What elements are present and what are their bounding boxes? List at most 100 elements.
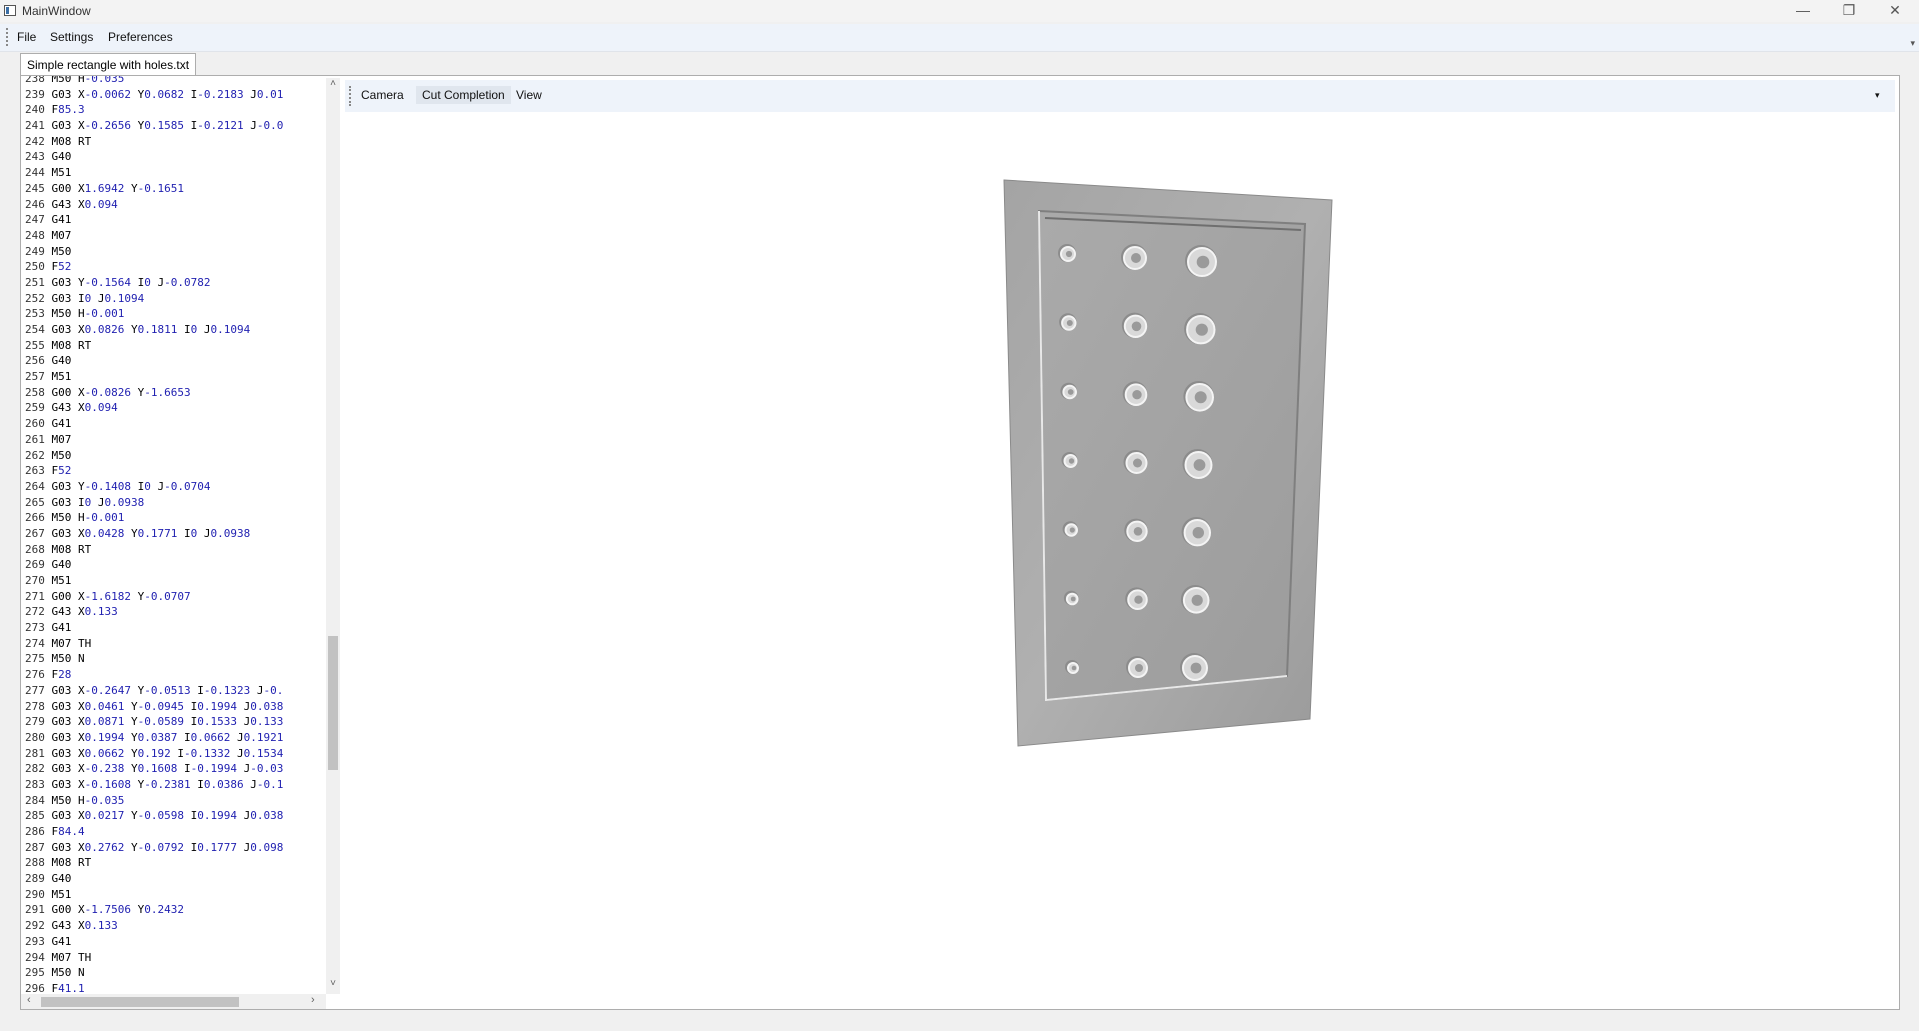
view-button[interactable]: View <box>510 86 548 104</box>
close-button[interactable]: ✕ <box>1872 0 1918 22</box>
gcode-line[interactable]: 296 F41.1 <box>25 981 283 994</box>
menu-grip-handle[interactable] <box>6 28 10 46</box>
gcode-line[interactable]: 273 G41 <box>25 620 283 636</box>
gcode-line[interactable]: 276 F28 <box>25 667 283 683</box>
gcode-line[interactable]: 283 G03 X-0.1608 Y-0.2381 I0.0386 J-0.1 <box>25 777 283 793</box>
hole-core <box>1194 391 1207 404</box>
gcode-line[interactable]: 271 G00 X-1.6182 Y-0.0707 <box>25 589 283 605</box>
hole-core <box>1190 662 1202 674</box>
viewer-toolbar: Camera Cut Completion View ▾ <box>345 80 1895 112</box>
gcode-line[interactable]: 246 G43 X0.094 <box>25 197 283 213</box>
gcode-line[interactable]: 266 M50 H-0.001 <box>25 510 283 526</box>
scroll-left-arrow-icon[interactable]: ‹ <box>27 994 31 1006</box>
gcode-line[interactable]: 268 M08 RT <box>25 542 283 558</box>
gcode-line[interactable]: 284 M50 H-0.035 <box>25 793 283 809</box>
camera-button[interactable]: Camera <box>355 86 410 104</box>
gcode-line[interactable]: 293 G41 <box>25 934 283 950</box>
hole-core <box>1132 390 1142 400</box>
scroll-up-arrow-icon[interactable]: ˄ <box>326 78 340 89</box>
gcode-line[interactable]: 287 G03 X0.2762 Y-0.0792 I0.1777 J0.098 <box>25 840 283 856</box>
editor-vertical-scrollbar[interactable]: ˄ ˅ <box>326 78 340 994</box>
gcode-line[interactable]: 238 M50 H-0.035 <box>25 76 283 87</box>
gcode-line[interactable]: 255 M08 RT <box>25 338 283 354</box>
menu-preferences[interactable]: Preferences <box>108 30 173 44</box>
gcode-line[interactable]: 257 M51 <box>25 369 283 385</box>
gcode-line[interactable]: 275 M50 N <box>25 651 283 667</box>
editor-vertical-scroll-thumb[interactable] <box>328 636 338 770</box>
gcode-line[interactable]: 247 G41 <box>25 212 283 228</box>
gcode-line[interactable]: 259 G43 X0.094 <box>25 400 283 416</box>
toolbar-overflow-icon[interactable]: ▾ <box>1875 90 1880 101</box>
gcode-line[interactable]: 242 M08 RT <box>25 134 283 150</box>
gcode-line[interactable]: 260 G41 <box>25 416 283 432</box>
gcode-line[interactable]: 288 M08 RT <box>25 855 283 871</box>
gcode-line[interactable]: 248 M07 <box>25 228 283 244</box>
minimize-button[interactable]: — <box>1780 0 1826 22</box>
scroll-right-arrow-icon[interactable]: › <box>311 994 315 1006</box>
gcode-line[interactable]: 289 G40 <box>25 871 283 887</box>
hole-core <box>1071 665 1077 671</box>
title-bar: MainWindow — ❐ ✕ <box>0 0 1919 22</box>
cut-completion-button[interactable]: Cut Completion <box>416 86 511 104</box>
document-tab[interactable]: Simple rectangle with holes.txt <box>20 53 197 76</box>
gcode-line[interactable]: 264 G03 Y-0.1408 I0 J-0.0704 <box>25 479 283 495</box>
gcode-line[interactable]: 239 G03 X-0.0062 Y0.0682 I-0.2183 J0.01 <box>25 87 283 103</box>
gcode-line[interactable]: 285 G03 X0.0217 Y-0.0598 I0.1994 J0.038 <box>25 808 283 824</box>
gcode-line[interactable]: 280 G03 X0.1994 Y0.0387 I0.0662 J0.1921 <box>25 730 283 746</box>
gcode-line[interactable]: 277 G03 X-0.2647 Y-0.0513 I-0.1323 J-0. <box>25 683 283 699</box>
gcode-line[interactable]: 241 G03 X-0.2656 Y0.1585 I-0.2121 J-0.0 <box>25 118 283 134</box>
gcode-line[interactable]: 282 G03 X-0.238 Y0.1608 I-0.1994 J-0.03 <box>25 761 283 777</box>
gcode-line[interactable]: 258 G00 X-0.0826 Y-1.6653 <box>25 385 283 401</box>
toolbar-grip-handle[interactable] <box>349 86 351 106</box>
gcode-line[interactable]: 263 F52 <box>25 463 283 479</box>
gcode-line[interactable]: 243 G40 <box>25 149 283 165</box>
gcode-editor[interactable]: 238 M50 H-0.035 239 G03 X-0.0062 Y0.0682 … <box>21 76 336 994</box>
gcode-line[interactable]: 250 F52 <box>25 259 283 275</box>
gcode-line[interactable]: 249 M50 <box>25 244 283 260</box>
main-panel: 238 M50 H-0.035 239 G03 X-0.0062 Y0.0682 … <box>20 75 1900 1010</box>
gcode-line[interactable]: 281 G03 X0.0662 Y0.192 I-0.1332 J0.1534 <box>25 746 283 762</box>
hole-core <box>1069 527 1075 533</box>
gcode-line[interactable]: 254 G03 X0.0826 Y0.1811 I0 J0.1094 <box>25 322 283 338</box>
gcode-line[interactable]: 278 G03 X0.0461 Y-0.0945 I0.1994 J0.038 <box>25 699 283 715</box>
gcode-line[interactable]: 253 M50 H-0.001 <box>25 306 283 322</box>
gcode-line[interactable]: 244 M51 <box>25 165 283 181</box>
menu-file[interactable]: File <box>17 30 36 44</box>
hole-core <box>1193 459 1206 471</box>
gcode-line[interactable]: 262 M50 <box>25 448 283 464</box>
plate-pocket <box>1037 209 1307 702</box>
gcode-line[interactable]: 245 G00 X1.6942 Y-0.1651 <box>25 181 283 197</box>
scroll-down-arrow-icon[interactable]: ˅ <box>326 978 340 989</box>
gcode-line[interactable]: 286 F84.4 <box>25 824 283 840</box>
app-icon <box>4 5 16 16</box>
gcode-line[interactable]: 269 G40 <box>25 557 283 573</box>
gcode-line[interactable]: 295 M50 N <box>25 965 283 981</box>
3d-viewport[interactable] <box>345 112 1895 992</box>
hole-core <box>1065 250 1073 258</box>
gcode-lines: 238 M50 H-0.035 239 G03 X-0.0062 Y0.0682 … <box>25 76 283 994</box>
gcode-line[interactable]: 292 G43 X0.133 <box>25 918 283 934</box>
gcode-line[interactable]: 261 M07 <box>25 432 283 448</box>
hole-core <box>1068 458 1075 464</box>
hole-core <box>1192 527 1204 539</box>
gcode-line[interactable]: 265 G03 I0 J0.0938 <box>25 495 283 511</box>
gcode-line[interactable]: 272 G43 X0.133 <box>25 604 283 620</box>
gcode-line[interactable]: 252 G03 I0 J0.1094 <box>25 291 283 307</box>
gcode-line[interactable]: 290 M51 <box>25 887 283 903</box>
gcode-line[interactable]: 279 G03 X0.0871 Y-0.0589 I0.1533 J0.133 <box>25 714 283 730</box>
restore-button[interactable]: ❐ <box>1826 0 1872 22</box>
gcode-line[interactable]: 270 M51 <box>25 573 283 589</box>
gcode-line[interactable]: 274 M07 TH <box>25 636 283 652</box>
gcode-line[interactable]: 256 G40 <box>25 353 283 369</box>
editor-horizontal-scrollbar[interactable]: ‹ › <box>21 994 326 1009</box>
editor-horizontal-scroll-thumb[interactable] <box>41 997 239 1007</box>
gcode-line[interactable]: 251 G03 Y-0.1564 I0 J-0.0782 <box>25 275 283 291</box>
gcode-line[interactable]: 267 G03 X0.0428 Y0.1771 I0 J0.0938 <box>25 526 283 542</box>
menu-settings[interactable]: Settings <box>50 30 93 44</box>
hole-core <box>1067 389 1074 395</box>
gcode-line[interactable]: 240 F85.3 <box>25 102 283 118</box>
gcode-line[interactable]: 291 G00 X-1.7506 Y0.2432 <box>25 902 283 918</box>
hole-core <box>1135 664 1143 672</box>
menu-overflow-icon[interactable]: ▾ <box>1910 38 1915 49</box>
gcode-line[interactable]: 294 M07 TH <box>25 950 283 966</box>
